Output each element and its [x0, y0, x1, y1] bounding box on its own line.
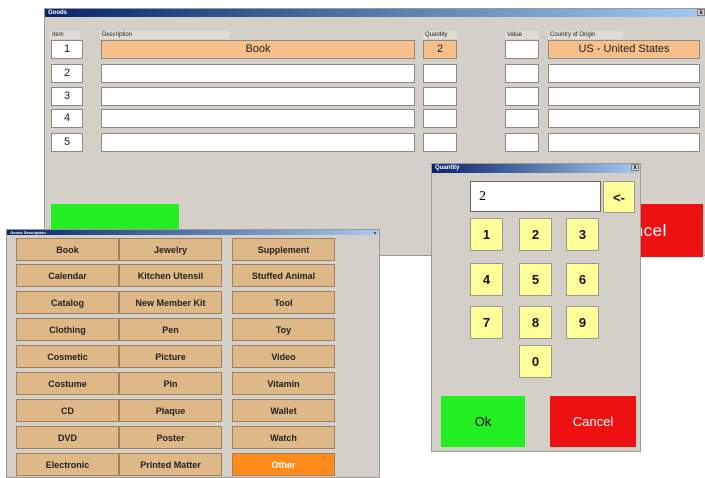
keypad-button-1[interactable]: 1	[470, 218, 503, 251]
row-quantity-cell[interactable]	[423, 133, 457, 152]
row-item-cell[interactable]: 3	[51, 87, 83, 106]
description-option[interactable]: Book	[16, 238, 119, 261]
description-option[interactable]: Poster	[119, 426, 222, 449]
row-value-cell[interactable]	[505, 87, 539, 106]
row-quantity-cell[interactable]	[423, 64, 457, 83]
quantity-ok-button[interactable]: Ok	[441, 396, 525, 447]
goods-description-close-button[interactable]: x	[372, 230, 378, 235]
description-option[interactable]: Calendar	[16, 264, 119, 287]
backspace-button[interactable]: <-	[603, 181, 635, 213]
quantity-window: Quantity x 2 <- 1234567890 Ok Cancel	[431, 163, 641, 452]
row-value-cell[interactable]	[505, 109, 539, 128]
keypad-button-8[interactable]: 8	[519, 306, 552, 339]
row-description-cell[interactable]	[101, 109, 415, 128]
row-description-cell[interactable]	[101, 64, 415, 83]
row-quantity-cell[interactable]: 2	[423, 40, 457, 59]
row-country-cell[interactable]: US - United States	[548, 40, 700, 59]
row-description-cell[interactable]: Book	[101, 40, 415, 59]
row-value-cell[interactable]	[505, 133, 539, 152]
row-value-cell[interactable]	[505, 40, 539, 59]
description-option[interactable]: Pin	[119, 372, 222, 395]
description-option[interactable]: Supplement	[232, 238, 335, 261]
row-country-cell[interactable]	[548, 64, 700, 83]
description-option[interactable]: Other	[232, 453, 335, 476]
backspace-label: <-	[613, 189, 625, 205]
keypad-button-2[interactable]: 2	[519, 218, 552, 251]
description-option[interactable]: Pen	[119, 318, 222, 341]
quantity-display[interactable]: 2	[470, 181, 601, 212]
row-description-cell[interactable]	[101, 133, 415, 152]
row-country-cell[interactable]	[548, 87, 700, 106]
row-item-cell[interactable]: 4	[51, 109, 83, 128]
description-option[interactable]: Printed Matter	[119, 453, 222, 476]
description-option[interactable]: Tool	[232, 291, 335, 314]
quantity-value: 2	[479, 189, 486, 204]
keypad-button-0[interactable]: 0	[519, 345, 552, 378]
description-option[interactable]: Stuffed Animal	[232, 264, 335, 287]
description-option[interactable]: Jewelry	[119, 238, 222, 261]
header-value: Value	[505, 31, 539, 39]
header-country: Country of Origin	[548, 31, 623, 39]
quantity-ok-label: Ok	[474, 414, 492, 429]
goods-description-title: Goods Description	[10, 230, 46, 235]
header-quantity: Quantity	[423, 31, 457, 39]
description-option[interactable]: Vitamin	[232, 372, 335, 395]
goods-title: Goods	[48, 10, 67, 16]
row-item-cell[interactable]: 2	[51, 64, 83, 83]
quantity-title: Quantity	[435, 165, 460, 171]
keypad-button-7[interactable]: 7	[470, 306, 503, 339]
description-option[interactable]: DVD	[16, 426, 119, 449]
description-option[interactable]: Clothing	[16, 318, 119, 341]
header-item: Item	[50, 31, 80, 39]
quantity-close-button[interactable]: x	[631, 164, 639, 171]
quantity-titlebar: Quantity x	[432, 164, 640, 173]
row-country-cell[interactable]	[548, 109, 700, 128]
description-option[interactable]: CD	[16, 399, 119, 422]
description-option[interactable]: Toy	[232, 318, 335, 341]
description-option[interactable]: Watch	[232, 426, 335, 449]
quantity-cancel-label: Cancel	[572, 414, 614, 429]
keypad-button-9[interactable]: 9	[566, 306, 599, 339]
row-quantity-cell[interactable]	[423, 109, 457, 128]
description-option[interactable]: Plaque	[119, 399, 222, 422]
row-item-cell[interactable]: 5	[51, 133, 83, 152]
header-description: Description	[100, 31, 230, 39]
goods-titlebar: Goods x	[45, 9, 705, 17]
row-value-cell[interactable]	[505, 64, 539, 83]
description-option[interactable]: Costume	[16, 372, 119, 395]
description-option[interactable]: Kitchen Utensil	[119, 264, 222, 287]
keypad-button-4[interactable]: 4	[470, 263, 503, 296]
row-quantity-cell[interactable]	[423, 87, 457, 106]
goods-description-window: Goods Description x Book Jewelry Supplemen…	[6, 229, 380, 478]
description-option[interactable]: Video	[232, 345, 335, 368]
goods-close-button[interactable]: x	[697, 9, 705, 16]
goods-description-titlebar: Goods Description x	[7, 230, 379, 235]
row-description-cell[interactable]	[101, 87, 415, 106]
quantity-cancel-button[interactable]: Cancel	[550, 396, 636, 447]
description-option[interactable]: Electronic	[16, 453, 119, 476]
keypad-button-6[interactable]: 6	[566, 263, 599, 296]
description-option[interactable]: Wallet	[232, 399, 335, 422]
description-option[interactable]: Picture	[119, 345, 222, 368]
description-option[interactable]: New Member Kit	[119, 291, 222, 314]
description-option[interactable]: Cosmetic	[16, 345, 119, 368]
keypad-button-3[interactable]: 3	[566, 218, 599, 251]
keypad-button-5[interactable]: 5	[519, 263, 552, 296]
row-item-cell[interactable]: 1	[51, 40, 83, 59]
row-country-cell[interactable]	[548, 133, 700, 152]
description-option[interactable]: Catalog	[16, 291, 119, 314]
